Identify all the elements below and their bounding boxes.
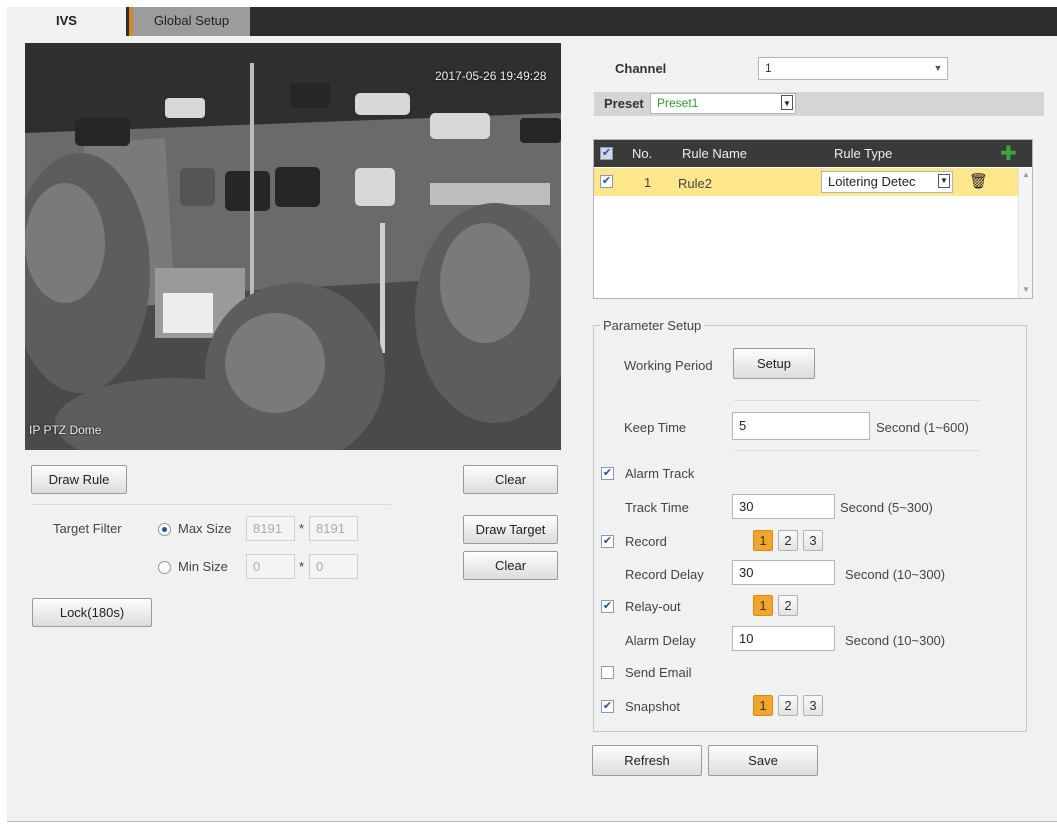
col-rule-type: Rule Type xyxy=(834,146,893,161)
video-channel-name: IP PTZ Dome xyxy=(29,423,102,437)
clear-rule-button[interactable]: Clear xyxy=(463,465,558,494)
track-time-unit: Second (5~300) xyxy=(840,500,933,515)
tab-ivs[interactable]: IVS xyxy=(7,7,126,36)
record-checkbox[interactable]: ✔ xyxy=(601,535,614,548)
draw-rule-button[interactable]: Draw Rule xyxy=(31,465,127,494)
table-row[interactable]: ✔ 1 Rule2 Loitering Detec ▼ 🗑 xyxy=(594,168,1018,196)
snapshot-channel-2[interactable]: 2 xyxy=(778,695,798,716)
record-delay-unit: Second (10~300) xyxy=(845,567,946,582)
save-button[interactable]: Save xyxy=(708,745,818,776)
setup-button[interactable]: Setup xyxy=(733,348,815,379)
snapshot-label: Snapshot xyxy=(625,699,680,714)
chevron-down-icon: ▼ xyxy=(781,95,793,110)
rule-no: 1 xyxy=(644,175,652,190)
trash-icon[interactable]: 🗑 xyxy=(969,172,988,190)
max-width-input[interactable]: 8191 xyxy=(246,516,295,541)
max-height-input[interactable]: 8191 xyxy=(309,516,358,541)
select-all-checkbox[interactable]: ✔ xyxy=(600,147,613,160)
divider xyxy=(31,504,391,505)
camera-scene xyxy=(25,43,561,450)
relay-channel-1[interactable]: 1 xyxy=(753,595,773,616)
rule-table: ✔ No. Rule Name Rule Type ✚ ✔ 1 Rule2 Lo… xyxy=(593,139,1033,299)
min-size-radio[interactable] xyxy=(158,561,171,574)
divider xyxy=(734,400,979,401)
preset-value: Preset1 xyxy=(657,96,699,110)
relay-out-label: Relay-out xyxy=(625,599,681,614)
working-period-label: Working Period xyxy=(624,358,713,373)
rule-table-header: ✔ No. Rule Name Rule Type ✚ xyxy=(594,140,1032,167)
tab-bar: IVS Global Setup xyxy=(7,7,1057,36)
send-email-checkbox[interactable] xyxy=(601,666,614,679)
preset-select[interactable]: Preset1 ▼ xyxy=(650,93,796,114)
channel-label: Channel xyxy=(615,61,667,76)
record-channel-1[interactable]: 1 xyxy=(753,530,773,551)
min-height-input[interactable]: 0 xyxy=(309,554,358,579)
clear-target-button[interactable]: Clear xyxy=(463,551,558,580)
relay-out-checkbox[interactable]: ✔ xyxy=(601,600,614,613)
max-size-radio[interactable] xyxy=(158,523,171,536)
keep-time-input[interactable]: 5 xyxy=(732,412,870,440)
alarm-delay-unit: Second (10~300) xyxy=(845,633,946,648)
send-email-label: Send Email xyxy=(625,665,692,680)
record-label: Record xyxy=(625,534,667,549)
alarm-delay-input[interactable]: 10 xyxy=(732,626,835,651)
alarm-track-checkbox[interactable]: ✔ xyxy=(601,467,614,480)
video-preview[interactable]: 2017-05-26 19:49:28 IP PTZ Dome xyxy=(25,43,561,450)
rule-type-select[interactable]: Loitering Detec ▼ xyxy=(821,171,953,193)
snapshot-channel-1[interactable]: 1 xyxy=(753,695,773,716)
keep-time-unit: Second (1~600) xyxy=(876,420,969,435)
min-size-label: Min Size xyxy=(178,559,228,574)
min-width-input[interactable]: 0 xyxy=(246,554,295,579)
video-timestamp: 2017-05-26 19:49:28 xyxy=(435,69,547,83)
snapshot-channel-3[interactable]: 3 xyxy=(803,695,823,716)
rule-type-value: Loitering Detec xyxy=(828,174,916,189)
channel-value: 1 xyxy=(765,61,772,75)
parameter-setup-legend: Parameter Setup xyxy=(600,318,705,333)
preset-label: Preset xyxy=(604,96,644,111)
chevron-down-icon: ▼ xyxy=(938,174,950,188)
refresh-button[interactable]: Refresh xyxy=(592,745,702,776)
rule-name: Rule2 xyxy=(678,176,712,191)
keep-time-label: Keep Time xyxy=(624,420,687,435)
alarm-delay-label: Alarm Delay xyxy=(625,633,696,648)
rule-checkbox[interactable]: ✔ xyxy=(600,175,613,188)
record-delay-label: Record Delay xyxy=(625,567,704,582)
record-channel-3[interactable]: 3 xyxy=(803,530,823,551)
track-time-label: Track Time xyxy=(625,500,689,515)
preset-bar: Preset Preset1 ▼ xyxy=(594,92,1044,116)
draw-target-button[interactable]: Draw Target xyxy=(463,515,558,544)
tab-global-setup[interactable]: Global Setup xyxy=(129,7,250,36)
record-delay-input[interactable]: 30 xyxy=(732,560,835,585)
channel-select[interactable]: 1 ▼ xyxy=(758,57,948,80)
relay-channel-2[interactable]: 2 xyxy=(778,595,798,616)
record-channel-2[interactable]: 2 xyxy=(778,530,798,551)
times-sign: * xyxy=(299,559,305,574)
alarm-track-label: Alarm Track xyxy=(625,466,695,481)
max-size-label: Max Size xyxy=(178,521,232,536)
rule-table-scrollbar[interactable]: ▲ ▼ xyxy=(1018,168,1032,298)
track-time-input[interactable]: 30 xyxy=(732,494,835,519)
col-rule-name: Rule Name xyxy=(682,146,748,161)
target-filter-label: Target Filter xyxy=(53,521,122,536)
divider xyxy=(734,450,979,451)
chevron-down-icon: ▼ xyxy=(933,63,943,73)
plus-icon[interactable]: ✚ xyxy=(1000,141,1017,166)
ivs-config-page: IVS Global Setup 2017-05-26 19:49:28 IP … xyxy=(7,7,1057,822)
col-no: No. xyxy=(632,146,653,161)
scroll-up-icon[interactable]: ▲ xyxy=(1022,170,1030,179)
snapshot-checkbox[interactable]: ✔ xyxy=(601,700,614,713)
lock-button[interactable]: Lock(180s) xyxy=(32,598,152,627)
times-sign: * xyxy=(299,521,305,536)
scroll-down-icon[interactable]: ▼ xyxy=(1022,285,1030,294)
